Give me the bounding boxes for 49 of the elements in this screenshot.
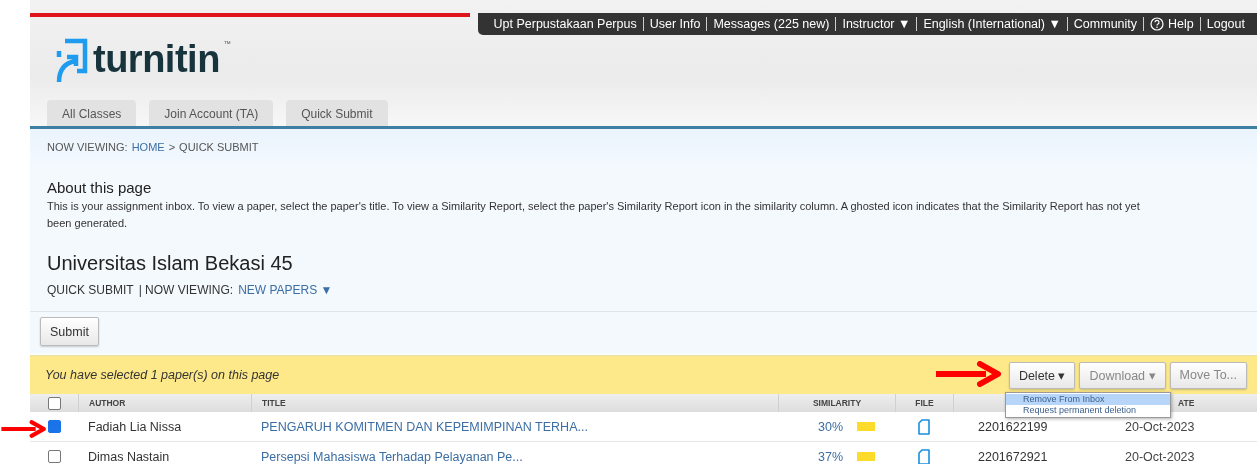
top-bar-link[interactable]: Upt Perpustakaan Perpus [487, 17, 643, 31]
similarity-score[interactable]: 30% [818, 419, 843, 434]
top-bar-link[interactable]: Logout [1199, 17, 1251, 31]
checkbox[interactable] [47, 450, 61, 463]
tab[interactable]: Join Account (TA) [149, 100, 274, 126]
column-header: TITLE [262, 398, 286, 408]
filter-dropdown[interactable]: NEW PAPERS ▼ [238, 283, 333, 297]
file-icon [918, 448, 930, 464]
checkbox[interactable] [47, 420, 61, 433]
section-heading: About this page [47, 179, 153, 196]
breadcrumb-label: NOW VIEWING: [47, 141, 128, 153]
paper-id: 2201622199 [978, 419, 1048, 434]
top-bar-link[interactable]: Help [1143, 17, 1200, 31]
column-header: SIMILARITY [812, 398, 862, 408]
pointer-arrow [934, 361, 1004, 387]
top-bar-link[interactable]: User Info [642, 17, 707, 31]
menu-item[interactable]: Request permanent deletion [1006, 405, 1170, 416]
class-title: Universitas Islam Bekasi 45 [47, 252, 294, 275]
top-bar-link[interactable]: Messages (225 new) [706, 17, 836, 31]
breadcrumb-separator: > [168, 141, 176, 153]
subnav-label: | NOW VIEWING: [138, 283, 234, 297]
date-text: 20-Oct-2023 [1125, 419, 1195, 434]
checkbox[interactable] [47, 396, 61, 410]
logo-text: turnitin [93, 40, 220, 78]
action-button[interactable]: Delete ▾ [1008, 361, 1076, 389]
tab[interactable]: Quick Submit [286, 100, 388, 126]
tab[interactable]: All Classes [47, 100, 137, 126]
top-bar-link[interactable]: English (International) ▼ [916, 17, 1067, 31]
submit-button[interactable]: Submit [40, 317, 99, 346]
breadcrumb-link[interactable]: HOME [131, 141, 165, 153]
top-bar-link[interactable]: Instructor ▼ [835, 17, 917, 31]
paper-title-link[interactable]: PENGARUH KOMITMEN DAN KEPEMIMPINAN TERHA... [261, 419, 588, 434]
description-text: This is your assignment inbox. To view a paper, select the paper's title. To view a Similarity Report, select the paper's Similarity Report icon in the similarity column. A ghosted icon indicates that the Similarity Report has not yet been generated. [47, 199, 1141, 231]
column-header: FILE [915, 398, 934, 408]
date-text: 20-Oct-2023 [1125, 449, 1195, 464]
column-header: ATE [1178, 398, 1195, 408]
paper-title-link[interactable]: Persepsi Mahasiswa Terhadap Pelayanan Pe... [261, 449, 523, 464]
author-name: Dimas Nastain [88, 449, 170, 464]
breadcrumb-current: QUICK SUBMIT [179, 141, 259, 153]
similarity-score[interactable]: 37% [818, 449, 843, 464]
top-bar-link[interactable]: Community [1066, 17, 1144, 31]
subnav-label: QUICK SUBMIT [47, 283, 134, 297]
file-icon [918, 418, 930, 435]
author-name: Fadiah Lia Nissa [88, 419, 182, 434]
help-icon [1150, 17, 1165, 31]
paper-id: 2201672921 [978, 449, 1048, 464]
menu-item[interactable]: Remove From Inbox [1006, 394, 1170, 405]
column-header: AUTHOR [89, 398, 126, 408]
selection-message: You have selected 1 paper(s) on this page [45, 368, 280, 382]
